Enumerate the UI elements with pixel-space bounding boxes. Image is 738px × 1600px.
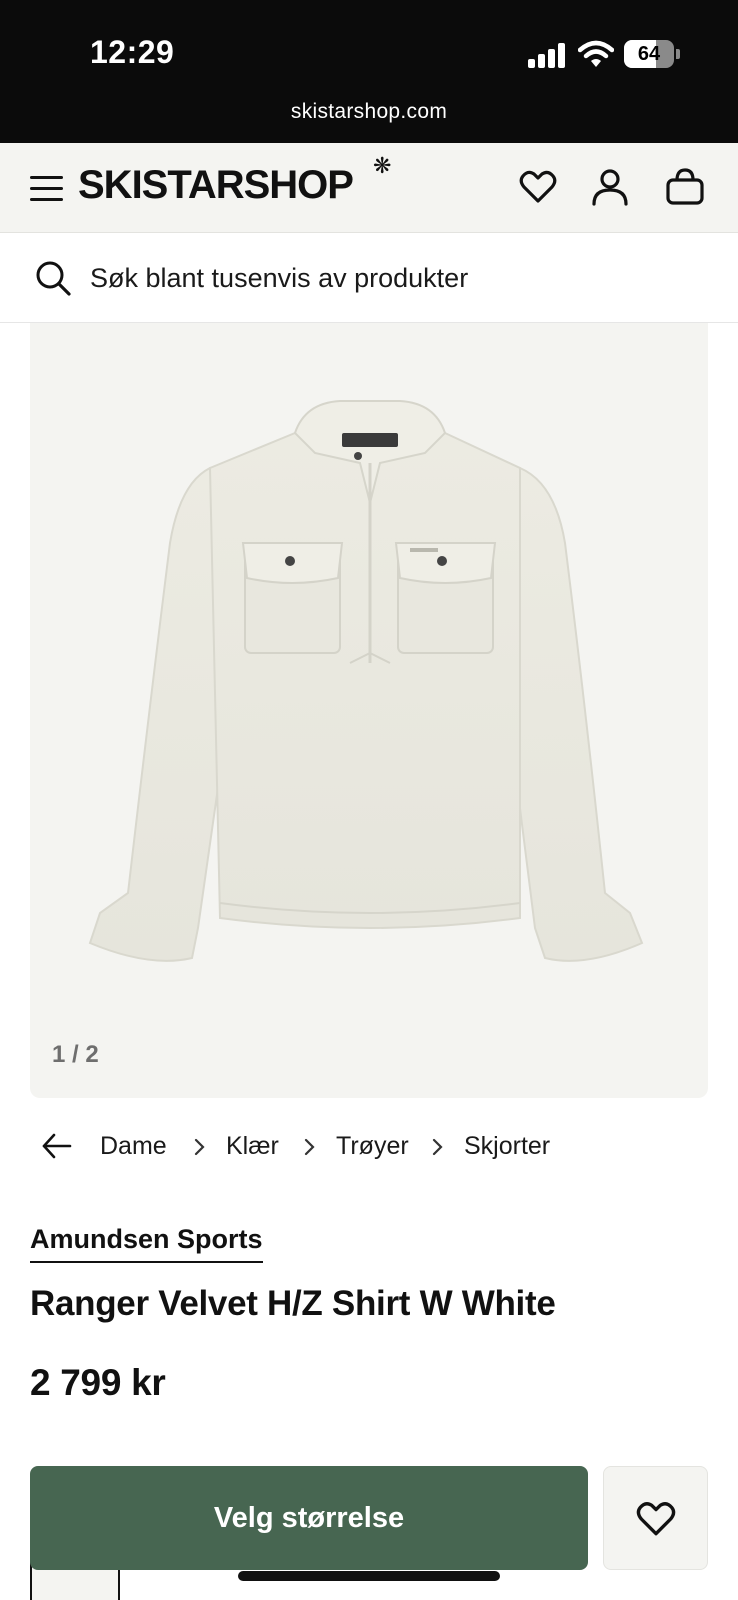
image-counter: 1 / 2 — [52, 1041, 99, 1068]
heart-icon — [636, 1502, 676, 1536]
heart-icon[interactable] — [517, 166, 559, 208]
search-icon — [36, 261, 71, 296]
breadcrumb: Dame Klær Trøyer Skjorter — [30, 1124, 710, 1168]
product-image-gallery[interactable]: 1 / 2 — [30, 323, 708, 1098]
site-header: SKISTARSHOP ❋ — [0, 143, 738, 233]
chevron-right-icon — [304, 1138, 315, 1156]
chevron-right-icon — [194, 1138, 205, 1156]
cellular-signal-icon — [528, 42, 568, 68]
breadcrumb-item-skjorter[interactable]: Skjorter — [464, 1132, 550, 1161]
battery-level: 64 — [637, 43, 661, 65]
user-icon[interactable] — [589, 166, 631, 208]
breadcrumb-item-dame[interactable]: Dame — [100, 1132, 167, 1161]
bag-icon[interactable] — [664, 166, 706, 208]
product-title: Ranger Velvet H/Z Shirt W White — [30, 1284, 556, 1323]
wifi-icon — [578, 40, 614, 67]
hamburger-menu-icon[interactable] — [28, 170, 66, 206]
product-price: 2 799 kr — [30, 1362, 166, 1403]
breadcrumb-item-troyer[interactable]: Trøyer — [336, 1132, 409, 1161]
add-to-wishlist-button[interactable] — [603, 1466, 708, 1570]
battery-icon: 64 — [624, 40, 674, 68]
product-image — [88, 400, 644, 962]
site-logo[interactable]: SKISTARSHOP — [78, 163, 354, 208]
address-bar-url[interactable]: skistarshop.com — [0, 100, 738, 124]
chevron-right-icon — [432, 1138, 443, 1156]
brand-link[interactable]: Amundsen Sports — [30, 1224, 263, 1263]
back-arrow-icon[interactable] — [40, 1128, 76, 1164]
search-placeholder: Søk blant tusenvis av produkter — [90, 263, 469, 293]
battery-tip — [676, 49, 680, 59]
breadcrumb-item-klaer[interactable]: Klær — [226, 1132, 279, 1161]
logo-snowflake-icon: ❋ — [373, 153, 392, 178]
home-indicator — [238, 1571, 500, 1581]
search-field[interactable]: Søk blant tusenvis av produkter — [0, 233, 738, 323]
clock: 12:29 — [90, 34, 175, 70]
select-size-button[interactable]: Velg størrelse — [30, 1466, 588, 1570]
status-bar: 12:29 64 skistarshop.com — [0, 0, 738, 143]
